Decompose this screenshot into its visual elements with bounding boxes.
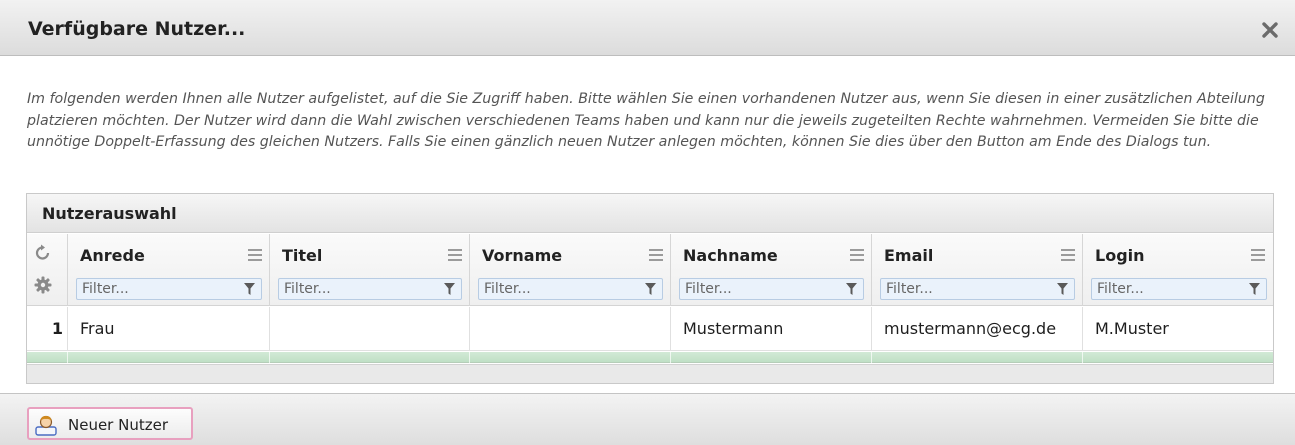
user-selection-panel: Nutzerauswahl Anrede Filter... Titel Fil… [26, 193, 1274, 384]
column-header-titel[interactable]: Titel [269, 234, 469, 306]
filter-input[interactable] [881, 279, 1048, 299]
filter-input[interactable] [1092, 279, 1240, 299]
column-header-vorname[interactable]: Vorname [469, 234, 670, 306]
cell-vorname [469, 307, 670, 351]
gear-icon[interactable] [34, 276, 52, 294]
filter-input[interactable] [479, 279, 636, 299]
filter-field-titel[interactable] [278, 278, 462, 300]
panel-header: Nutzerauswahl [27, 194, 1273, 233]
column-label: Titel [282, 246, 323, 265]
filter-icon[interactable] [645, 283, 656, 295]
rownumber-header [27, 234, 67, 306]
available-users-dialog: Verfügbare Nutzer... Im folgenden werden… [0, 0, 1295, 445]
cell-nachname: Mustermann [670, 307, 871, 351]
cell-login: M.Muster [1082, 307, 1273, 351]
filter-field-nachname[interactable] [679, 278, 864, 300]
column-label: Vorname [482, 246, 563, 265]
filter-icon[interactable] [846, 283, 857, 295]
menu-icon[interactable] [850, 249, 864, 261]
filter-input[interactable] [77, 279, 235, 299]
menu-icon[interactable] [448, 249, 462, 261]
close-icon[interactable] [1260, 20, 1280, 40]
filter-field-login[interactable] [1091, 278, 1267, 300]
column-header-login[interactable]: Login [1082, 234, 1273, 306]
menu-icon[interactable] [248, 249, 262, 261]
user-icon [35, 415, 57, 436]
filter-field-vorname[interactable] [478, 278, 663, 300]
row-number: 1 [51, 319, 63, 338]
dialog-description: Im folgenden werden Ihnen alle Nutzer au… [27, 91, 1265, 150]
dialog-footer: Neuer Nutzer [0, 393, 1295, 445]
horizontal-scrollbar[interactable] [27, 364, 1273, 383]
column-label: Nachname [683, 246, 778, 265]
column-header-nachname[interactable]: Nachname [670, 234, 871, 306]
column-label: Anrede [80, 246, 145, 265]
reset-icon[interactable] [34, 244, 52, 262]
new-user-button[interactable]: Neuer Nutzer [27, 407, 193, 440]
filter-input[interactable] [680, 279, 837, 299]
cell-email: mustermann@ecg.de [871, 307, 1082, 351]
filter-icon[interactable] [1249, 283, 1260, 295]
dialog-titlebar: Verfügbare Nutzer... [0, 0, 1295, 56]
filter-field-anrede[interactable] [76, 278, 262, 300]
column-label: Email [884, 246, 934, 265]
column-label: Login [1095, 246, 1145, 265]
cell-anrede: Frau [67, 307, 269, 351]
column-header-email[interactable]: Email [871, 234, 1082, 306]
filter-icon[interactable] [444, 283, 455, 295]
menu-icon[interactable] [1061, 249, 1075, 261]
cell-titel [269, 307, 469, 351]
filter-icon[interactable] [1057, 283, 1068, 295]
column-header-anrede[interactable]: Anrede [67, 234, 269, 306]
filter-icon[interactable] [244, 283, 255, 295]
filter-input[interactable] [279, 279, 435, 299]
table-row[interactable]: 1 Frau Mustermann mustermann@ecg.de M.Mu… [27, 307, 1273, 351]
new-user-button-label: Neuer Nutzer [68, 416, 168, 434]
selected-table-row[interactable] [27, 352, 1273, 363]
dialog-title: Verfügbare Nutzer... [28, 18, 246, 40]
filter-field-email[interactable] [880, 278, 1075, 300]
grid-header: Anrede Titel Vorname [27, 234, 1273, 306]
panel-title: Nutzerauswahl [42, 204, 177, 223]
menu-icon[interactable] [649, 249, 663, 261]
menu-icon[interactable] [1251, 249, 1265, 261]
